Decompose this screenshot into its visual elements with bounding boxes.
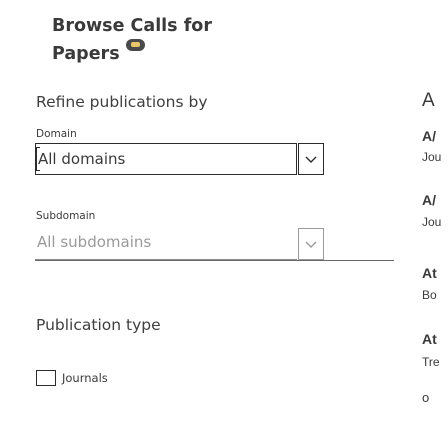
result-4-title[interactable]: At [422, 331, 448, 347]
refine-heading: Refine publications by [36, 93, 208, 111]
result-1-title[interactable]: A/ [422, 128, 448, 144]
result-1-subtitle: Jou [422, 150, 442, 164]
page-title: Browse Calls for Papers [52, 13, 242, 67]
result-3-subtitle: Bo [422, 288, 437, 302]
domain-label: Domain [36, 128, 77, 140]
result-3-title[interactable]: At [422, 265, 448, 281]
domain-select-inner-border [36, 147, 40, 171]
subdomain-label: Subdomain [36, 210, 96, 222]
domain-dropdown-button[interactable] [298, 143, 324, 175]
sort-letter-heading: A [422, 90, 435, 111]
chevron-down-icon [305, 241, 317, 248]
subdomain-select[interactable]: All subdomains [35, 228, 297, 260]
result-2-title[interactable]: A/ [422, 192, 448, 208]
subdomain-dropdown-button[interactable] [298, 228, 324, 260]
publication-type-heading: Publication type [36, 316, 161, 334]
filters-divider [35, 260, 394, 261]
new-badge-icon [125, 39, 145, 51]
chevron-down-icon [305, 156, 317, 163]
result-2-subtitle: Jou [422, 215, 442, 229]
result-4-subtitle: Tre [422, 355, 440, 369]
result-5-title[interactable]: o [422, 390, 448, 405]
journals-option-label: Journals [62, 371, 108, 385]
journals-checkbox[interactable] [36, 370, 56, 386]
domain-select[interactable]: All domains [35, 143, 297, 175]
